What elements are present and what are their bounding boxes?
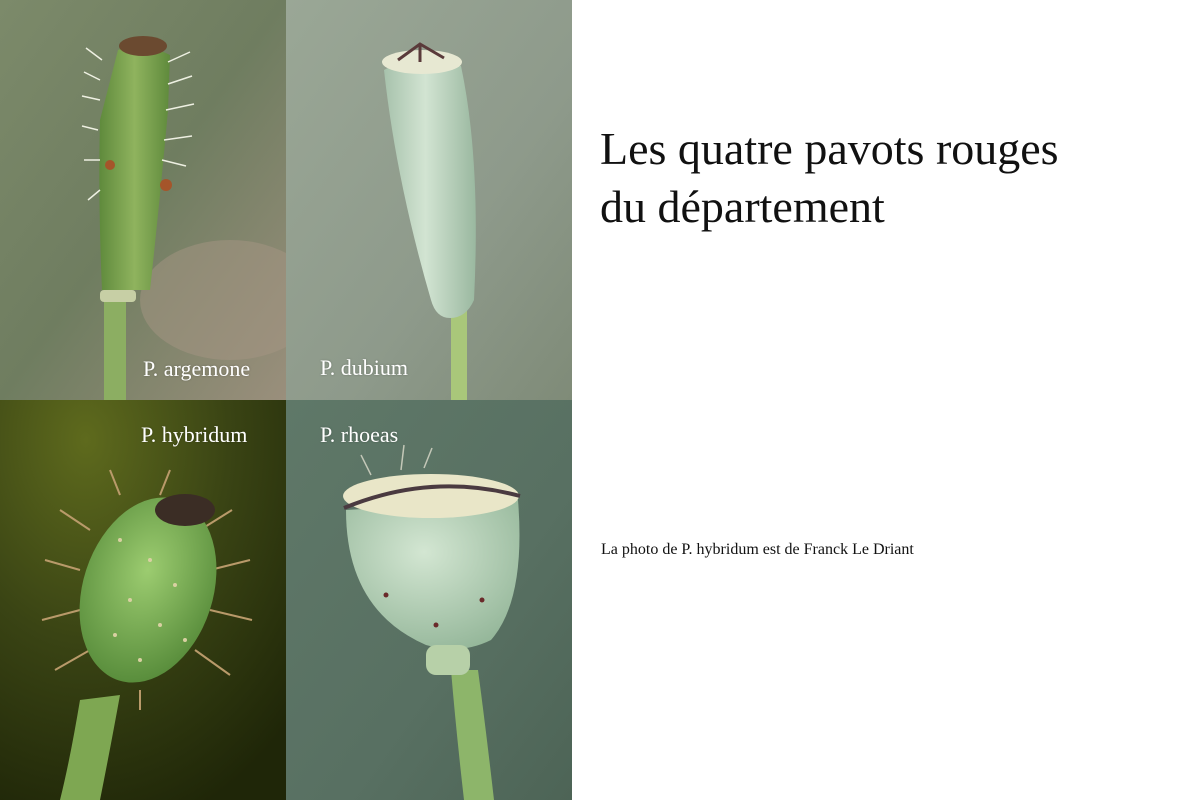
page-title: Les quatre pavots rouges du département — [600, 120, 1160, 236]
title-line-2: du département — [600, 181, 885, 232]
photo-rhoeas: P. rhoeas — [286, 400, 572, 800]
photo-argemone: P. argemone — [0, 0, 286, 400]
species-label-dubium: P. dubium — [320, 355, 409, 380]
argemone-capsule-image — [0, 0, 286, 400]
title-line-1: Les quatre pavots rouges — [600, 123, 1059, 174]
species-label-hybridum: P. hybridum — [141, 422, 248, 447]
species-label-rhoeas: P. rhoeas — [320, 422, 399, 447]
photo-dubium: P. dubium — [286, 0, 572, 400]
photo-credit: La photo de P. hybridum est de Franck Le… — [601, 541, 914, 558]
rhoeas-capsule-image — [286, 400, 572, 800]
species-label-argemone: P. argemone — [143, 356, 251, 381]
photo-grid: P. argemone P. dubium P. hybridum P. rho… — [0, 0, 572, 800]
hybridum-capsule-image — [0, 400, 286, 800]
photo-hybridum: P. hybridum — [0, 400, 286, 800]
dubium-capsule-image — [286, 0, 572, 400]
